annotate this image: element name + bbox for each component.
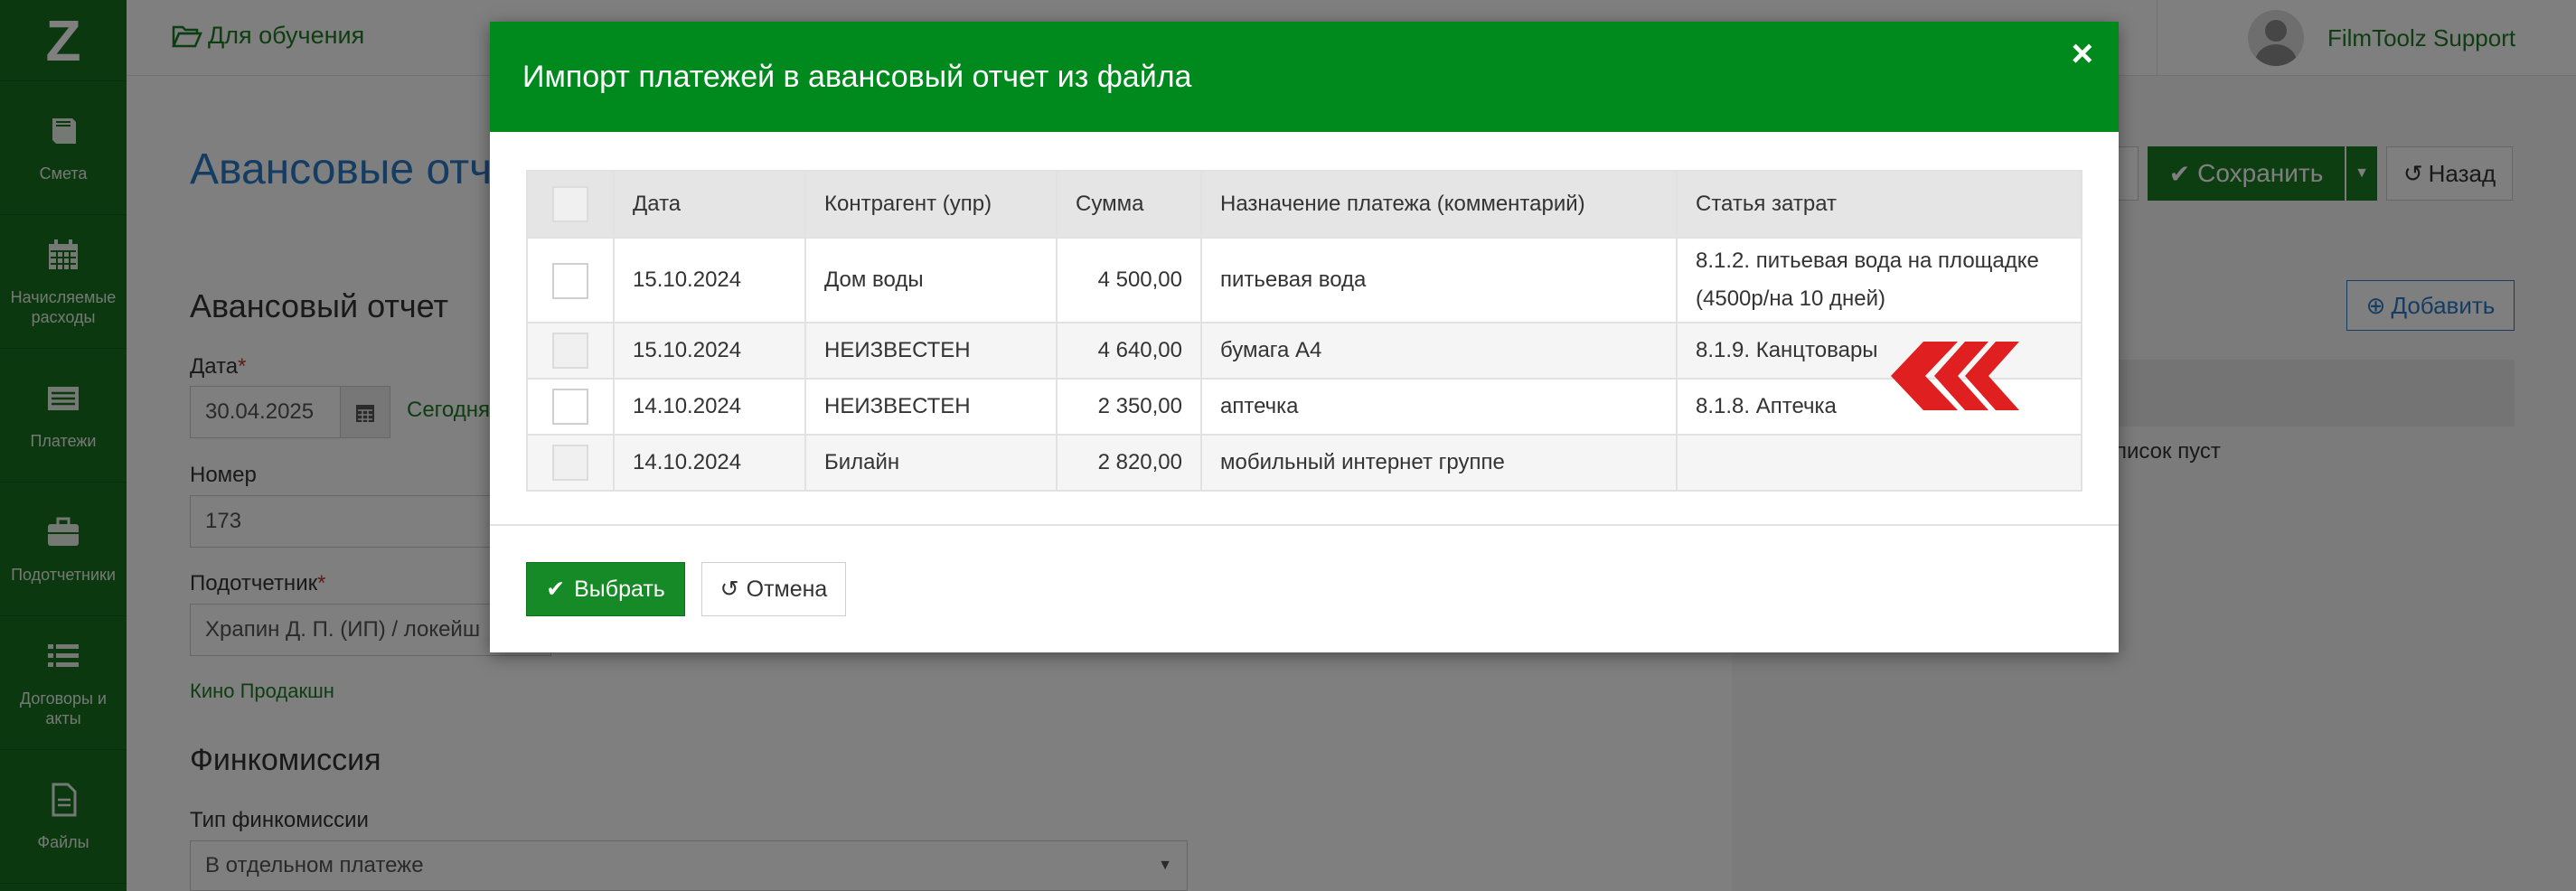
cell-date: 15.10.2024 xyxy=(613,322,806,380)
cell-date: 14.10.2024 xyxy=(613,378,806,436)
select-button[interactable]: ✔ Выбрать xyxy=(526,562,685,616)
cell-date: 14.10.2024 xyxy=(613,434,806,492)
table-row[interactable]: 14.10.2024 Билайн 2 820,00 мобильный инт… xyxy=(526,434,2082,492)
cell-sum: 2 820,00 xyxy=(1056,434,1202,492)
chevrons-left-icon xyxy=(1891,342,2019,410)
cell-counterparty: НЕИЗВЕСТЕН xyxy=(804,322,1058,380)
cell-sum: 2 350,00 xyxy=(1056,378,1202,436)
cell-purpose: аптечка xyxy=(1200,378,1678,436)
cancel-button[interactable]: ↺ Отмена xyxy=(701,562,846,616)
column-header-article[interactable]: Статья затрат xyxy=(1676,170,2082,239)
cell-purpose: питьевая вода xyxy=(1200,237,1678,324)
import-payments-modal: Импорт платежей в авансовый отчет из фай… xyxy=(490,22,2119,652)
close-icon[interactable]: × xyxy=(2071,34,2093,72)
select-all-checkbox[interactable] xyxy=(552,186,588,222)
cell-purpose: мобильный интернет группе xyxy=(1200,434,1678,492)
table-header-row: Дата Контрагент (упр) Сумма Назначение п… xyxy=(526,170,2082,239)
undo-icon: ↺ xyxy=(719,577,739,602)
row-checkbox[interactable] xyxy=(552,262,588,299)
column-header-counterparty[interactable]: Контрагент (упр) xyxy=(804,170,1058,239)
column-header-sum[interactable]: Сумма xyxy=(1056,170,1202,239)
row-select-cell xyxy=(526,434,615,492)
table-row[interactable]: 15.10.2024 НЕИЗВЕСТЕН 4 640,00 бумага А4… xyxy=(526,322,2082,380)
modal-header: Импорт платежей в авансовый отчет из фай… xyxy=(490,22,2119,132)
row-checkbox[interactable] xyxy=(552,389,588,425)
column-header-purpose[interactable]: Назначение платежа (комментарий) xyxy=(1200,170,1678,239)
modal-title: Импорт платежей в авансовый отчет из фай… xyxy=(522,59,1192,94)
cell-counterparty: Билайн xyxy=(804,434,1058,492)
cell-article: 8.1.2. питьевая вода на площадке (4500р/… xyxy=(1676,237,2082,324)
cell-sum: 4 640,00 xyxy=(1056,322,1202,380)
table-row[interactable]: 14.10.2024 НЕИЗВЕСТЕН 2 350,00 аптечка 8… xyxy=(526,378,2082,436)
check-icon: ✔ xyxy=(546,577,566,602)
row-select-cell xyxy=(526,378,615,436)
row-checkbox-disabled xyxy=(552,333,588,369)
cell-article xyxy=(1676,434,2082,492)
cell-date: 15.10.2024 xyxy=(613,237,806,324)
row-checkbox-disabled xyxy=(552,445,588,481)
modal-divider xyxy=(490,524,2119,526)
cell-counterparty: НЕИЗВЕСТЕН xyxy=(804,378,1058,436)
cell-sum: 4 500,00 xyxy=(1056,237,1202,324)
payments-table: Дата Контрагент (упр) Сумма Назначение п… xyxy=(526,170,2082,492)
row-select-cell xyxy=(526,322,615,380)
row-select-cell xyxy=(526,237,615,324)
select-all-cell xyxy=(526,170,615,239)
column-header-date[interactable]: Дата xyxy=(613,170,806,239)
cell-counterparty: Дом воды xyxy=(804,237,1058,324)
cell-purpose: бумага А4 xyxy=(1200,322,1678,380)
table-row[interactable]: 15.10.2024 Дом воды 4 500,00 питьевая во… xyxy=(526,237,2082,324)
